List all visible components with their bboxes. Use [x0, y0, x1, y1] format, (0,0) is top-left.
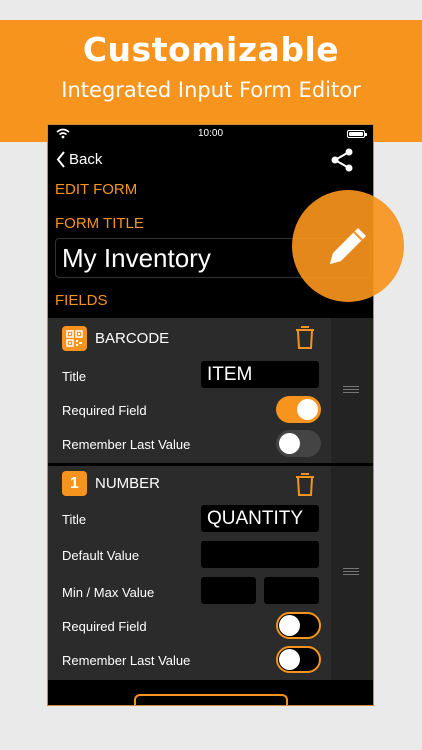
headline: Customizable — [82, 30, 340, 69]
min-value-input[interactable] — [201, 577, 256, 604]
form-title-label: FORM TITLE — [55, 215, 144, 232]
add-field-button[interactable] — [134, 694, 288, 705]
required-field-toggle[interactable] — [276, 612, 321, 639]
qr-code-icon — [62, 326, 87, 351]
edit-form-label: EDIT FORM — [55, 181, 138, 198]
drag-handle-icon[interactable] — [343, 386, 359, 393]
remember-last-value-toggle[interactable] — [276, 646, 321, 673]
drag-handle-column[interactable] — [331, 318, 373, 463]
edit-badge — [292, 190, 404, 302]
title-label: Title — [62, 369, 87, 384]
status-bar: 10:00 — [48, 125, 373, 143]
back-label: Back — [69, 151, 103, 168]
remember-last-value-label: Remember Last Value — [62, 653, 191, 668]
trash-icon[interactable] — [294, 471, 316, 497]
trash-icon[interactable] — [294, 324, 316, 350]
drag-handle-icon[interactable] — [343, 568, 359, 575]
chevron-left-icon — [56, 151, 65, 168]
number-icon: 1 — [62, 471, 87, 496]
default-value-input[interactable] — [201, 541, 319, 568]
back-button[interactable]: Back — [56, 151, 102, 168]
subheadline: Integrated Input Form Editor — [61, 78, 361, 102]
title-label: Title — [62, 512, 87, 527]
field-type-label: BARCODE — [95, 330, 170, 347]
required-field-label: Required Field — [62, 619, 147, 634]
title-input[interactable]: QUANTITY — [201, 505, 319, 532]
field-header: 1 NUMBER — [62, 471, 160, 496]
title-input[interactable]: ITEM — [201, 361, 319, 388]
field-card-barcode: BARCODE Title ITEM Required Field Rememb… — [48, 318, 333, 463]
status-time: 10:00 — [197, 128, 224, 139]
default-value-label: Default Value — [62, 548, 140, 563]
field-card-number: 1 NUMBER Title QUANTITY Default Value Mi… — [48, 466, 333, 680]
required-field-label: Required Field — [62, 403, 147, 418]
pencil-icon — [330, 228, 366, 264]
fields-label: FIELDS — [55, 292, 108, 309]
field-header: BARCODE — [62, 326, 169, 351]
battery-icon — [347, 130, 367, 138]
remember-last-value-label: Remember Last Value — [62, 437, 191, 452]
remember-last-value-toggle[interactable] — [276, 430, 321, 457]
max-value-input[interactable] — [264, 577, 319, 604]
field-type-label: NUMBER — [95, 475, 161, 492]
share-icon[interactable] — [329, 147, 355, 173]
required-field-toggle[interactable] — [276, 396, 321, 423]
min-max-value-label: Min / Max Value — [62, 585, 155, 600]
drag-handle-column[interactable] — [331, 466, 373, 680]
